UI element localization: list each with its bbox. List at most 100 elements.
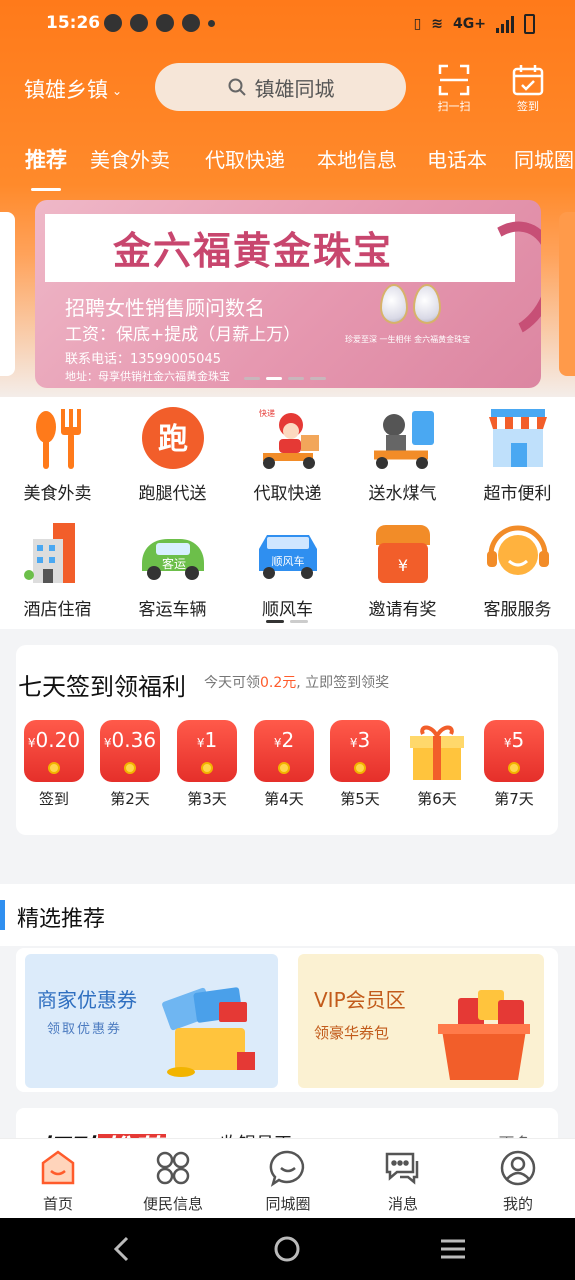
service-label: 代取快递 <box>253 484 322 504</box>
menu-icon[interactable] <box>440 1236 466 1262</box>
tab-phonebook[interactable]: 电话本 <box>427 144 487 173</box>
calendar-check-icon <box>512 65 544 96</box>
checkin-sub-amount: 0.2元 <box>260 675 297 691</box>
scan-button[interactable]: 扫一扫 <box>432 63 476 113</box>
service-label: 跑腿代送 <box>138 484 207 504</box>
tabbar-me[interactable]: 我的 <box>468 1149 568 1214</box>
checkin-title: 七天签到领福利 <box>18 673 186 701</box>
banner-dot-active <box>266 377 282 380</box>
courier-tag: 快递 <box>259 408 275 418</box>
banner-dot <box>310 377 326 380</box>
earring-image <box>380 284 408 324</box>
tab-courier[interactable]: 代取快递 <box>205 144 285 173</box>
search-icon <box>228 78 246 96</box>
search-placeholder: 镇雄同城 <box>254 76 335 101</box>
status-notification-icons <box>104 14 215 32</box>
tab-label: 同城圈 <box>265 1195 311 1213</box>
home-circle-icon[interactable] <box>274 1236 300 1262</box>
checkin-day-label: 第5天 <box>340 790 380 808</box>
service-label: 邀请有奖 <box>368 600 437 620</box>
errand-glyph: 跑 <box>158 422 188 457</box>
active-tab-indicator <box>31 188 61 191</box>
smile-bubble-icon <box>269 1150 305 1187</box>
fork-spoon-icon <box>35 409 81 469</box>
checkin-amount: 5 <box>511 728 525 752</box>
service-hotel[interactable]: 酒店住宿 <box>0 521 115 620</box>
checkin-day[interactable]: ¥0.36 第2天 <box>100 720 160 809</box>
service-invite[interactable]: ¥ 邀请有奖 <box>345 521 460 620</box>
search-input[interactable]: 镇雄同城 <box>155 63 406 111</box>
status-bar: 15:26 ▯ ≋ 4G+ <box>0 0 575 48</box>
chevron-down-icon: ⌄ <box>112 84 123 98</box>
chat-icon <box>385 1152 419 1185</box>
service-errand[interactable]: 跑 跑腿代送 <box>115 405 230 504</box>
service-customer-service[interactable]: 客服服务 <box>460 521 575 620</box>
tabbar-city-circle[interactable]: 同城圈 <box>238 1149 338 1214</box>
system-nav-bar <box>0 1218 575 1280</box>
gift-box-icon <box>407 720 467 782</box>
checkin-day[interactable]: 第6天 <box>407 720 467 809</box>
service-label: 美食外卖 <box>23 484 92 504</box>
banner-prev-peek[interactable] <box>0 212 15 376</box>
checkin-day-label: 签到 <box>38 790 69 808</box>
car-tag: 顺风车 <box>271 554 304 568</box>
service-label: 酒店住宿 <box>23 600 92 620</box>
grid-dot-active <box>266 620 284 623</box>
red-envelope-icon: ¥5 <box>484 720 544 782</box>
invite-bag-icon: ¥ <box>375 525 430 583</box>
banner-next-peek[interactable] <box>559 212 575 376</box>
tab-local-info[interactable]: 本地信息 <box>317 144 397 173</box>
tab-city-circle[interactable]: 同城圈 <box>514 144 574 173</box>
red-envelope-icon: ¥0.20 <box>24 720 84 782</box>
tabbar-info[interactable]: 便民信息 <box>123 1149 223 1214</box>
service-supermarket[interactable]: 超市便利 <box>460 405 575 504</box>
checkin-day-label: 第2天 <box>110 790 150 808</box>
service-rideshare[interactable]: 顺风车 顺风车 <box>230 521 345 620</box>
tabbar-messages[interactable]: 消息 <box>353 1149 453 1214</box>
battery-icon <box>524 14 535 34</box>
service-label: 客运车辆 <box>138 600 207 620</box>
banner-line-3: 联系电话：13599005045 <box>65 352 221 367</box>
grid-dot <box>290 620 308 623</box>
checkin-day[interactable]: ¥2 第4天 <box>254 720 314 809</box>
sign-in-button[interactable]: 签到 <box>506 63 550 113</box>
service-food[interactable]: 美食外卖 <box>0 405 115 504</box>
service-water-gas[interactable]: 送水煤气 <box>345 405 460 504</box>
check-icon <box>156 14 174 32</box>
customer-service-icon <box>486 525 549 575</box>
checkin-day[interactable]: ¥3 第5天 <box>330 720 390 809</box>
promo-cards: 商家优惠券 领取优惠券 VIP会员区 领豪华券包 <box>16 948 558 1092</box>
checkin-day[interactable]: ¥0.20 签到 <box>24 720 84 809</box>
section-accent-bar <box>0 900 5 930</box>
tab-label: 消息 <box>387 1195 418 1213</box>
checkin-day[interactable]: ¥5 第7天 <box>484 720 544 809</box>
home-icon <box>41 1150 75 1185</box>
merchant-coupon-card[interactable]: 商家优惠券 领取优惠券 <box>25 954 278 1088</box>
location-selector[interactable]: 镇雄乡镇 ⌄ <box>24 74 122 104</box>
banner-slogan: 珍爱至深 一生相伴 金六福黄金珠宝 <box>345 335 471 344</box>
back-icon[interactable] <box>112 1236 132 1262</box>
banner-title: 金六福黄金珠宝 <box>113 228 394 273</box>
network-type: 4G+ <box>453 16 486 32</box>
scan-label: 扫一扫 <box>437 100 471 113</box>
promo-title: VIP会员区 <box>314 988 406 1012</box>
promo-banner[interactable]: 金六福黄金珠宝 招聘女性销售顾问数名 工资：保底+提成（月薪上万） 联系电话：1… <box>35 200 541 388</box>
tab-label: 首页 <box>42 1195 73 1213</box>
tab-food[interactable]: 美食外卖 <box>90 144 170 173</box>
vip-member-card[interactable]: VIP会员区 领豪华券包 <box>298 954 544 1088</box>
banner-line-4: 地址：母享供销社金六福黄金珠宝 <box>65 370 230 383</box>
checkin-day[interactable]: ¥1 第3天 <box>177 720 237 809</box>
checkin-sub-prefix: 今天可领 <box>204 675 260 691</box>
red-envelope-icon: ¥0.36 <box>100 720 160 782</box>
coupon-basket-icon <box>162 987 255 1077</box>
tabbar-home[interactable]: 首页 <box>8 1149 108 1214</box>
checkin-amount: 1 <box>204 728 218 752</box>
checkin-amount: 2 <box>281 728 295 752</box>
service-label: 超市便利 <box>483 484 552 504</box>
tab-recommend[interactable]: 推荐 <box>25 144 67 174</box>
checkin-amount: 0.20 <box>35 728 81 752</box>
red-envelope-icon: ¥3 <box>330 720 390 782</box>
service-courier[interactable]: 快递 代取快递 <box>230 405 345 504</box>
service-bus[interactable]: 客运 客运车辆 <box>115 521 230 620</box>
errand-icon: 跑 <box>141 407 204 469</box>
